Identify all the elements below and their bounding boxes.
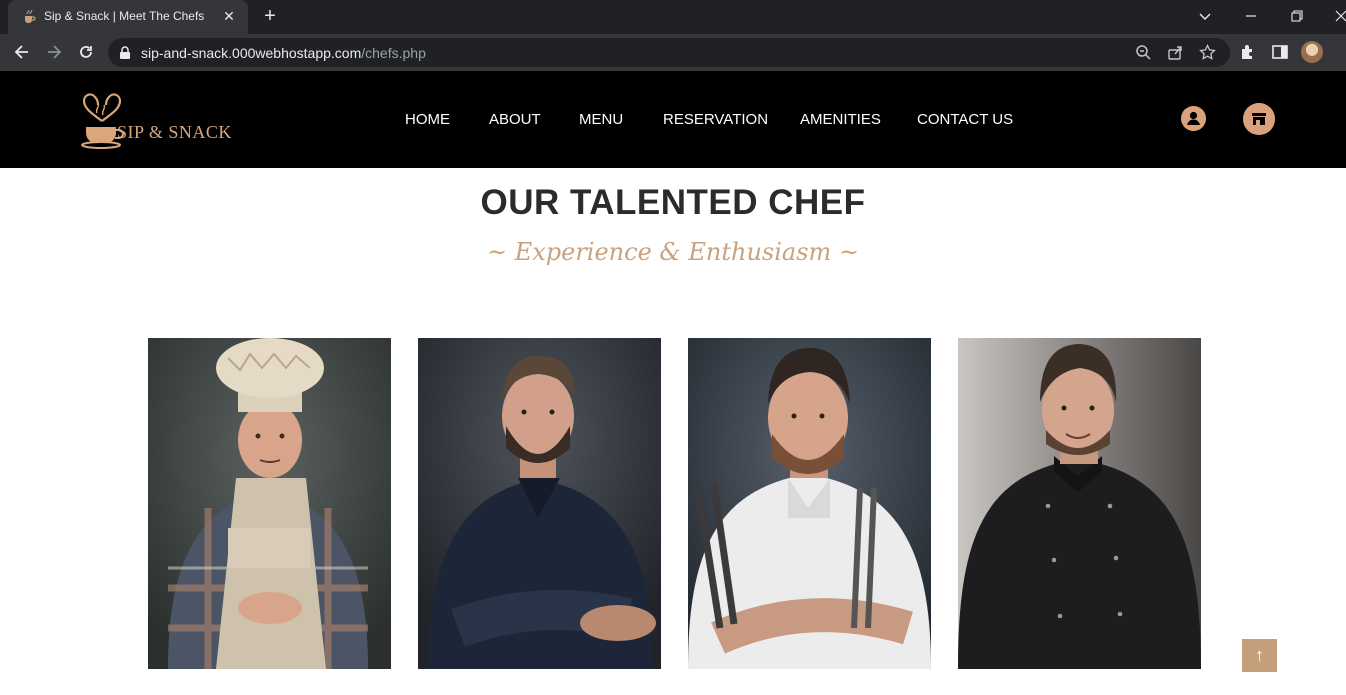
url-path: /chefs.php (361, 45, 426, 61)
chef-photo-hat-apron (148, 338, 391, 669)
zoom-icon[interactable] (1135, 44, 1152, 61)
store-icon[interactable] (1243, 103, 1275, 135)
cup-favicon-icon (25, 9, 36, 23)
tab-title: Sip & Snack | Meet The Chefs (44, 9, 205, 23)
back-arrow-icon[interactable] (12, 42, 32, 62)
nav-amenities[interactable]: AMENITIES (800, 111, 881, 128)
share-icon[interactable] (1167, 44, 1184, 61)
close-window-icon[interactable] (1333, 8, 1346, 24)
forward-arrow-icon[interactable] (44, 42, 64, 62)
side-panel-icon[interactable] (1271, 43, 1289, 61)
back-to-top-button[interactable]: ↑ (1242, 639, 1277, 672)
site-header: SIP & SNACK HOME ABOUT MENU RESERVATION … (0, 71, 1346, 168)
nav-home[interactable]: HOME (405, 111, 450, 128)
user-icon[interactable] (1181, 106, 1206, 131)
url-text[interactable]: sip-and-snack.000webhostapp.com/chefs.ph… (141, 45, 426, 61)
browser-tab-bar: Sip & Snack | Meet The Chefs ✕ + (0, 0, 1346, 34)
extensions-puzzle-icon[interactable] (1239, 43, 1257, 61)
bookmark-star-icon[interactable] (1199, 44, 1216, 61)
chef-card-3[interactable] (688, 338, 931, 669)
browser-tab[interactable]: Sip & Snack | Meet The Chefs ✕ (8, 0, 248, 34)
lock-icon[interactable] (119, 46, 131, 59)
site-logo[interactable]: SIP & SNACK (80, 91, 240, 151)
page-title: OUR TALENTED CHEF (480, 183, 866, 222)
chef-card-2[interactable] (418, 338, 661, 669)
restore-icon[interactable] (1289, 8, 1305, 24)
address-bar[interactable]: sip-and-snack.000webhostapp.com/chefs.ph… (108, 38, 1230, 67)
reload-icon[interactable] (76, 42, 96, 62)
page-subtitle: ~ Experience & Enthusiasm ~ (486, 238, 860, 266)
browser-toolbar: sip-and-snack.000webhostapp.com/chefs.ph… (0, 34, 1346, 71)
nav-contact-us[interactable]: CONTACT US (917, 111, 1013, 128)
chef-card-1[interactable] (148, 338, 391, 669)
chef-photo-navy-shirt (418, 338, 661, 669)
nav-about[interactable]: ABOUT (489, 111, 541, 128)
chef-photo-white-coat-tongs (688, 338, 931, 669)
new-tab-button[interactable]: + (260, 6, 280, 26)
close-tab-icon[interactable]: ✕ (220, 7, 238, 25)
chef-card-4[interactable] (958, 338, 1201, 669)
chef-photo-black-coat (958, 338, 1201, 669)
url-host: sip-and-snack.000webhostapp.com (141, 45, 362, 61)
nav-reservation[interactable]: RESERVATION (663, 111, 768, 128)
minimize-icon[interactable] (1243, 8, 1259, 24)
profile-avatar[interactable] (1301, 41, 1323, 63)
nav-menu[interactable]: MENU (579, 111, 623, 128)
tab-search-chevron-icon[interactable] (1197, 8, 1213, 24)
logo-text: SIP & SNACK (117, 122, 232, 142)
